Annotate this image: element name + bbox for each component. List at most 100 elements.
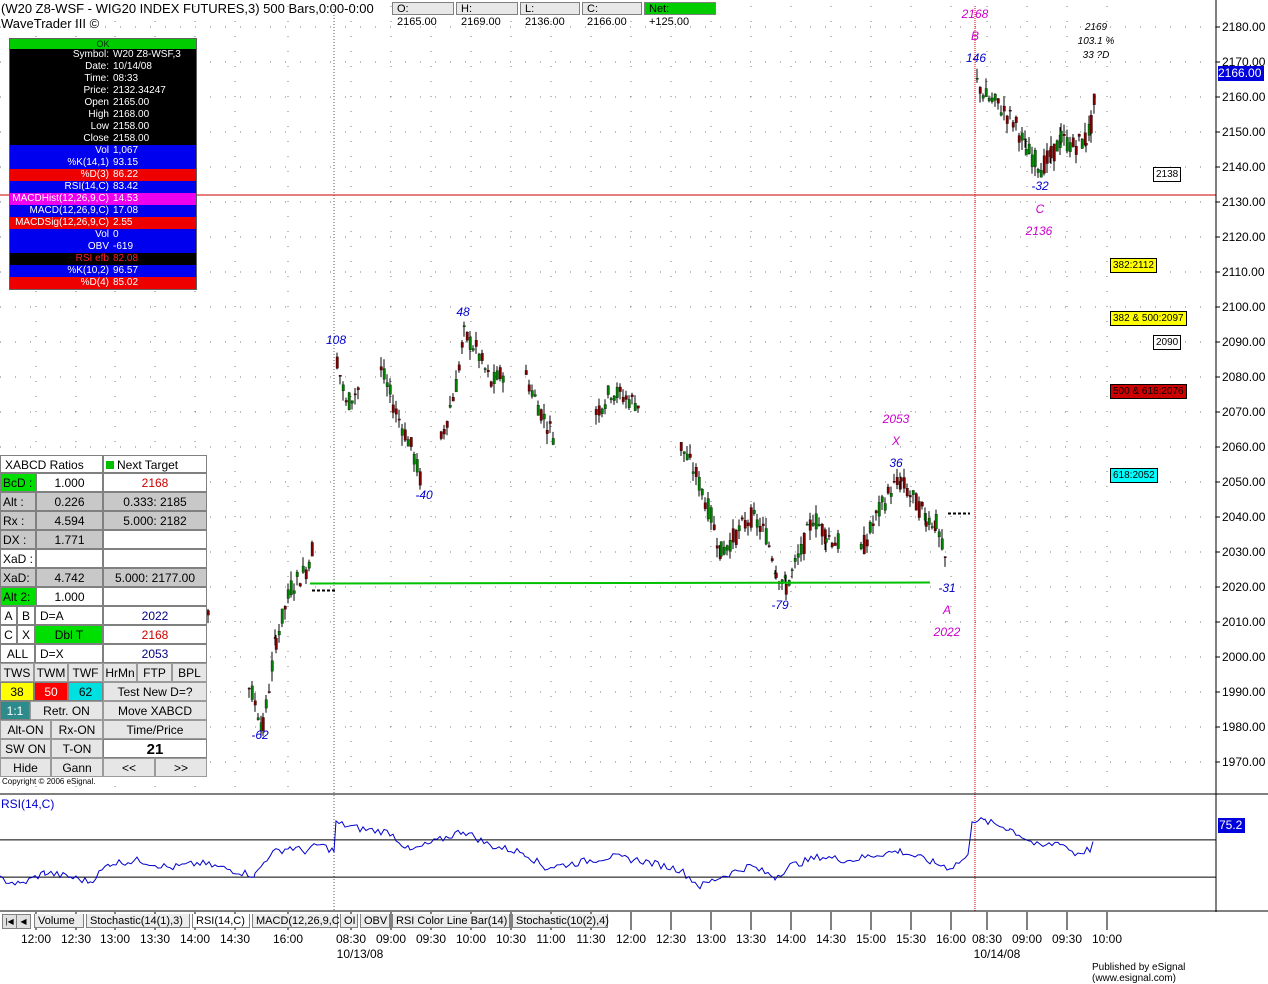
hrmn-button[interactable]: HrMn: [103, 663, 137, 682]
candle-body: [465, 331, 469, 341]
one-to-one-button[interactable]: 1:1: [0, 701, 30, 720]
test-new-d-button[interactable]: Test New D=?: [103, 682, 207, 701]
ftp-button[interactable]: FTP: [137, 663, 172, 682]
candle-body: [274, 638, 278, 650]
data-window-label: MACDSig(12,26,9,C): [15, 217, 109, 228]
candle-body: [833, 542, 837, 546]
a-button[interactable]: A: [0, 606, 17, 625]
time-label: 12:30: [656, 932, 686, 946]
data-window-value: 2132.34247: [113, 85, 166, 96]
time-label: 14:30: [816, 932, 846, 946]
candle-body: [1024, 149, 1028, 156]
candle-body: [697, 477, 701, 491]
time-price-button[interactable]: Time/Price: [103, 720, 207, 739]
candle-body: [442, 428, 446, 435]
price-tick-label: 2090.00: [1222, 335, 1266, 349]
ratio-value: 1.771: [36, 530, 103, 549]
ratio-label[interactable]: XaD :: [0, 549, 36, 568]
all-button[interactable]: ALL: [0, 644, 35, 663]
data-window-value: 96.57: [113, 265, 139, 276]
data-window-label: High: [88, 109, 109, 120]
tws-button[interactable]: TWS: [0, 663, 34, 682]
time-label: 13:00: [696, 932, 726, 946]
candle-body: [480, 353, 484, 361]
data-window-row: Symbol: W20 Z8-WSF,3: [10, 49, 196, 61]
candle-body: [483, 368, 487, 370]
low-box: L: 2136.00: [520, 2, 580, 28]
candle-body: [630, 394, 634, 397]
tab-first-icon[interactable]: |◀: [2, 914, 17, 929]
data-window-row: RSI efb 82.08: [10, 253, 196, 265]
pattern-label: -79: [771, 598, 789, 612]
bpl-button[interactable]: BPL: [172, 663, 207, 682]
b-button[interactable]: B: [17, 606, 35, 625]
candle-body: [338, 374, 342, 377]
price-tick-label: 2160.00: [1222, 90, 1266, 104]
price-tick-label: 2150.00: [1222, 125, 1266, 139]
ratio-value: 0.226: [36, 492, 103, 511]
rx-on-button[interactable]: Rx-ON: [51, 720, 103, 739]
price-tick-label: 2180.00: [1222, 20, 1266, 34]
study-tab[interactable]: OI: [340, 914, 358, 928]
candle-body: [286, 589, 290, 599]
data-window-label: %D(4): [80, 277, 109, 288]
study-tab[interactable]: RSI Color Line Bar(14): [392, 914, 510, 928]
data-window-value: -619: [113, 241, 134, 252]
x-button[interactable]: X: [17, 625, 35, 644]
pattern-label: 146: [966, 51, 986, 65]
candle-body: [350, 400, 354, 404]
candle-body: [394, 408, 398, 415]
ratio-label[interactable]: Rx :: [0, 511, 36, 530]
c-button[interactable]: C: [0, 625, 17, 644]
dbl-t-button[interactable]: Dbl T: [35, 625, 103, 644]
candle-body: [796, 553, 800, 558]
ratio-label[interactable]: Alt :: [0, 492, 36, 511]
study-tab[interactable]: OBV: [360, 914, 390, 928]
twf-button[interactable]: TWF: [68, 663, 103, 682]
candle-body: [799, 543, 803, 555]
retr-on-button[interactable]: Retr. ON: [30, 701, 103, 720]
ratio-label[interactable]: BcD :: [0, 473, 36, 492]
candle-body: [501, 375, 505, 383]
study-tab[interactable]: MACD(12,26,9,C): [252, 914, 343, 928]
candle-body: [691, 471, 695, 474]
study-tab[interactable]: RSI(14,C): [192, 914, 250, 928]
pattern-label: 2053: [882, 412, 910, 426]
fib-target-box: 2090: [1153, 335, 1182, 350]
tab-prev-icon[interactable]: ◀: [16, 914, 31, 929]
next-button[interactable]: >>: [155, 758, 207, 777]
candle-body: [700, 488, 704, 496]
gann-button[interactable]: Gann: [51, 758, 103, 777]
ratio-label[interactable]: Alt 2:: [0, 587, 36, 606]
ratio-target: [103, 587, 207, 606]
candle-body: [990, 97, 994, 102]
hide-button[interactable]: Hide: [0, 758, 51, 777]
study-tab[interactable]: Stochastic(14(1),3): [86, 914, 190, 928]
data-window-ok[interactable]: OK: [10, 39, 196, 49]
candle-body: [1005, 115, 1009, 124]
sw-on-button[interactable]: SW ON: [0, 739, 51, 758]
candle-body: [914, 493, 918, 511]
twm-button[interactable]: TWM: [34, 663, 68, 682]
app-name: WaveTrader III ©: [1, 16, 100, 31]
candle-body: [621, 397, 625, 402]
fib-62-button[interactable]: 62: [68, 682, 103, 701]
study-tab[interactable]: Stochastic(10(2),4): [512, 914, 609, 928]
copyright: Copyright © 2006 eSignal.: [2, 777, 96, 786]
ratio-label[interactable]: DX :: [0, 530, 36, 549]
t-on-button[interactable]: T-ON: [51, 739, 103, 758]
candle-body: [298, 583, 302, 587]
time-label: 16:00: [273, 932, 303, 946]
fib-50-button[interactable]: 50: [34, 682, 68, 701]
candle-body: [1077, 134, 1081, 137]
study-tab[interactable]: Volume: [34, 914, 84, 928]
time-label: 13:00: [100, 932, 130, 946]
move-xabcd-button[interactable]: Move XABCD: [103, 701, 207, 720]
ratio-label[interactable]: XaD:: [0, 568, 36, 587]
alt-on-button[interactable]: Alt-ON: [0, 720, 51, 739]
candle-body: [1008, 110, 1012, 112]
prev-button[interactable]: <<: [103, 758, 155, 777]
pattern-label: 2168: [961, 7, 989, 21]
price-tick-label: 2070.00: [1222, 405, 1266, 419]
fib-38-button[interactable]: 38: [0, 682, 34, 701]
